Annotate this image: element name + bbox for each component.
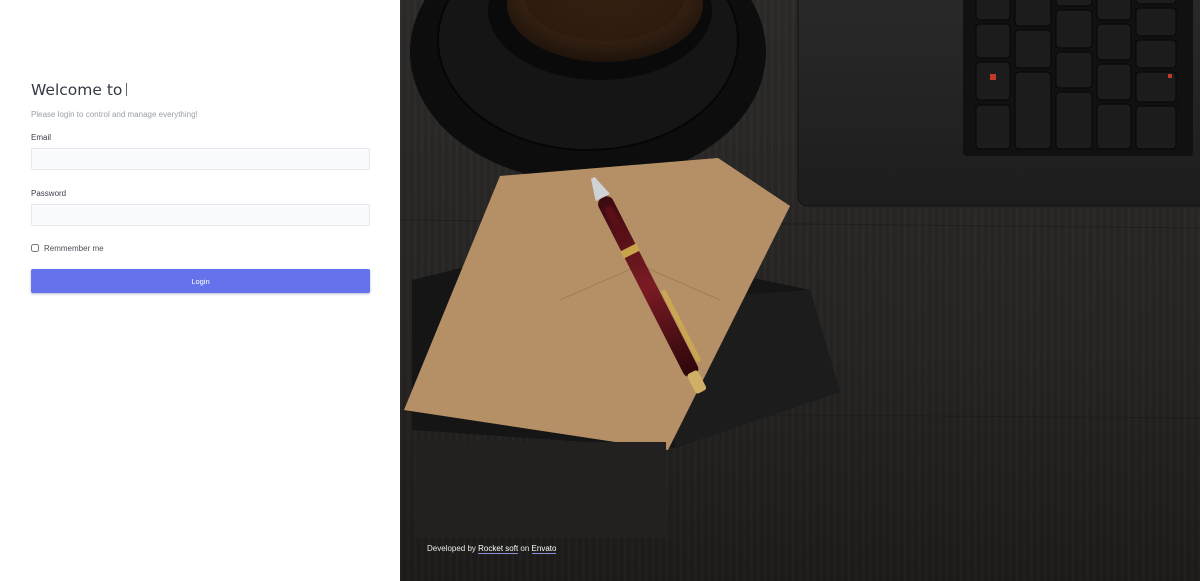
- remember-me-label[interactable]: Remmember me: [44, 244, 104, 253]
- remember-me-checkbox[interactable]: [31, 244, 39, 252]
- credit-prefix: Developed by: [427, 544, 476, 553]
- password-label: Password: [31, 189, 67, 198]
- credit-middle: on: [520, 544, 530, 553]
- welcome-title-text: Welcome to: [31, 81, 123, 99]
- email-label: Email: [31, 133, 52, 142]
- developer-credit: Developed by Rocket soft on Envato: [427, 544, 557, 554]
- author-link[interactable]: Rocket soft: [478, 544, 519, 554]
- laptop: [797, 0, 1200, 207]
- text-cursor: [126, 83, 128, 96]
- background-photo: Developed by Rocket soft on Envato: [400, 0, 1200, 581]
- login-form: Welcome to Please login to control and m…: [31, 80, 370, 293]
- login-panel: Welcome to Please login to control and m…: [0, 0, 400, 581]
- password-field[interactable]: [31, 204, 370, 226]
- coffee-cup: [410, 0, 766, 182]
- remember-me-row: Remmember me: [31, 242, 370, 254]
- desk-photo-illustration: [400, 0, 1200, 538]
- login-page: Welcome to Please login to control and m…: [0, 0, 1200, 581]
- dark-card: [417, 442, 666, 538]
- login-button[interactable]: Login: [31, 269, 370, 293]
- envato-link[interactable]: Envato: [531, 544, 557, 554]
- welcome-title: Welcome to: [31, 80, 370, 100]
- login-subtitle: Please login to control and manage every…: [31, 110, 198, 119]
- email-field[interactable]: [31, 148, 370, 170]
